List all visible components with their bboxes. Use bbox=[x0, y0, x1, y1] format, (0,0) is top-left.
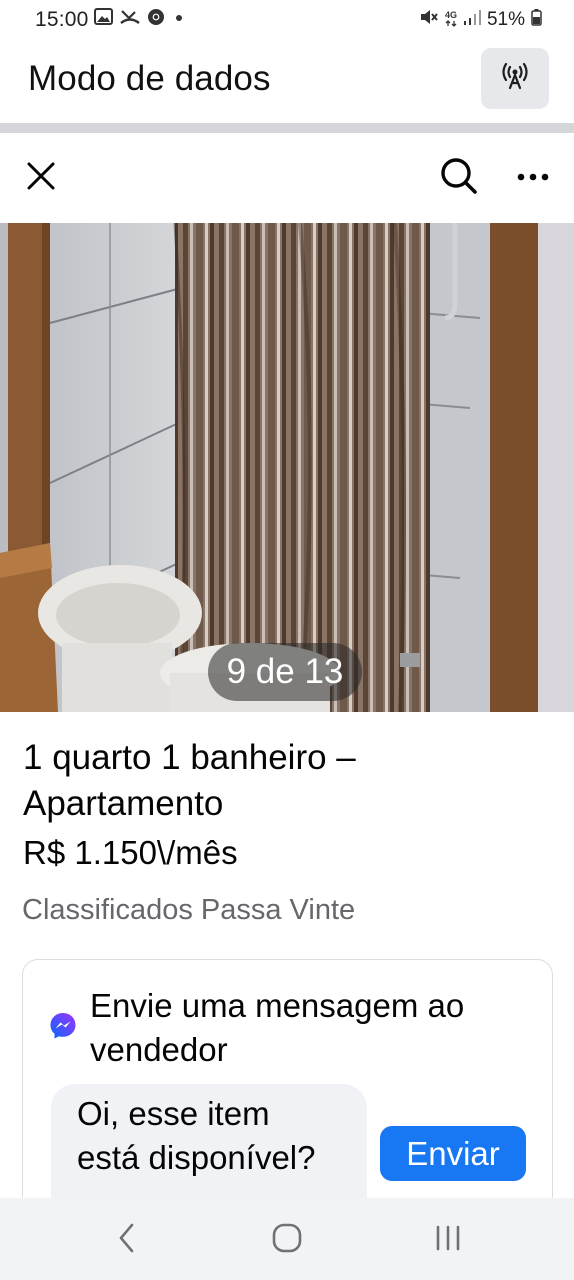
mute-icon bbox=[419, 8, 439, 32]
message-seller-card: Envie uma mensagem ao vendedor Oi, esse … bbox=[22, 959, 553, 1239]
more-options-button[interactable] bbox=[508, 153, 558, 203]
data-mode-button[interactable] bbox=[481, 48, 549, 109]
nav-home-button[interactable] bbox=[265, 1218, 309, 1262]
status-time: 15:00 bbox=[35, 8, 89, 31]
dot-icon bbox=[172, 8, 186, 31]
network-label: 4G bbox=[444, 10, 457, 20]
battery-icon bbox=[531, 8, 542, 32]
antenna-icon bbox=[500, 62, 530, 95]
bathroom-photo bbox=[0, 223, 574, 712]
data-mode-title: Modo de dados bbox=[28, 59, 271, 98]
messenger-icon bbox=[49, 1012, 77, 1040]
android-nav-bar bbox=[0, 1198, 574, 1280]
nav-recents-button[interactable] bbox=[426, 1218, 470, 1262]
nav-back-button[interactable] bbox=[105, 1218, 149, 1262]
more-icon bbox=[516, 169, 550, 187]
close-icon bbox=[26, 161, 56, 196]
listing-seller[interactable]: Classificados Passa Vinte bbox=[22, 894, 355, 927]
message-input-text[interactable]: Oi, esse item está disponível? bbox=[77, 1092, 317, 1180]
data-mode-header: Modo de dados bbox=[0, 40, 574, 124]
section-divider bbox=[0, 123, 574, 133]
status-bar: 15:00 4G 51% bbox=[0, 0, 574, 40]
listing-photo[interactable]: 9 de 13 bbox=[0, 223, 574, 712]
status-notification-icons bbox=[94, 8, 186, 31]
search-button[interactable] bbox=[434, 153, 484, 203]
item-toolbar bbox=[0, 133, 574, 223]
battery-label: 51% bbox=[486, 9, 525, 30]
gallery-icon bbox=[94, 8, 113, 30]
back-icon bbox=[117, 1222, 137, 1259]
status-system-icons: 4G 51% bbox=[419, 8, 542, 32]
listing-title: 1 quarto 1 banheiro – Apartamento bbox=[23, 738, 356, 823]
home-icon bbox=[272, 1223, 302, 1258]
recents-icon bbox=[434, 1224, 462, 1257]
message-heading: Envie uma mensagem ao vendedor bbox=[90, 987, 465, 1068]
close-button[interactable] bbox=[16, 153, 66, 203]
send-button[interactable]: Enviar bbox=[380, 1126, 526, 1181]
network-4g-icon: 4G bbox=[445, 11, 457, 29]
listing-price: R$ 1.150\/mês bbox=[23, 834, 238, 871]
missed-call-icon bbox=[120, 8, 140, 30]
photo-counter: 9 de 13 bbox=[208, 643, 362, 701]
signal-icon bbox=[463, 8, 481, 32]
chrome-icon bbox=[147, 8, 165, 31]
search-icon bbox=[440, 157, 478, 200]
